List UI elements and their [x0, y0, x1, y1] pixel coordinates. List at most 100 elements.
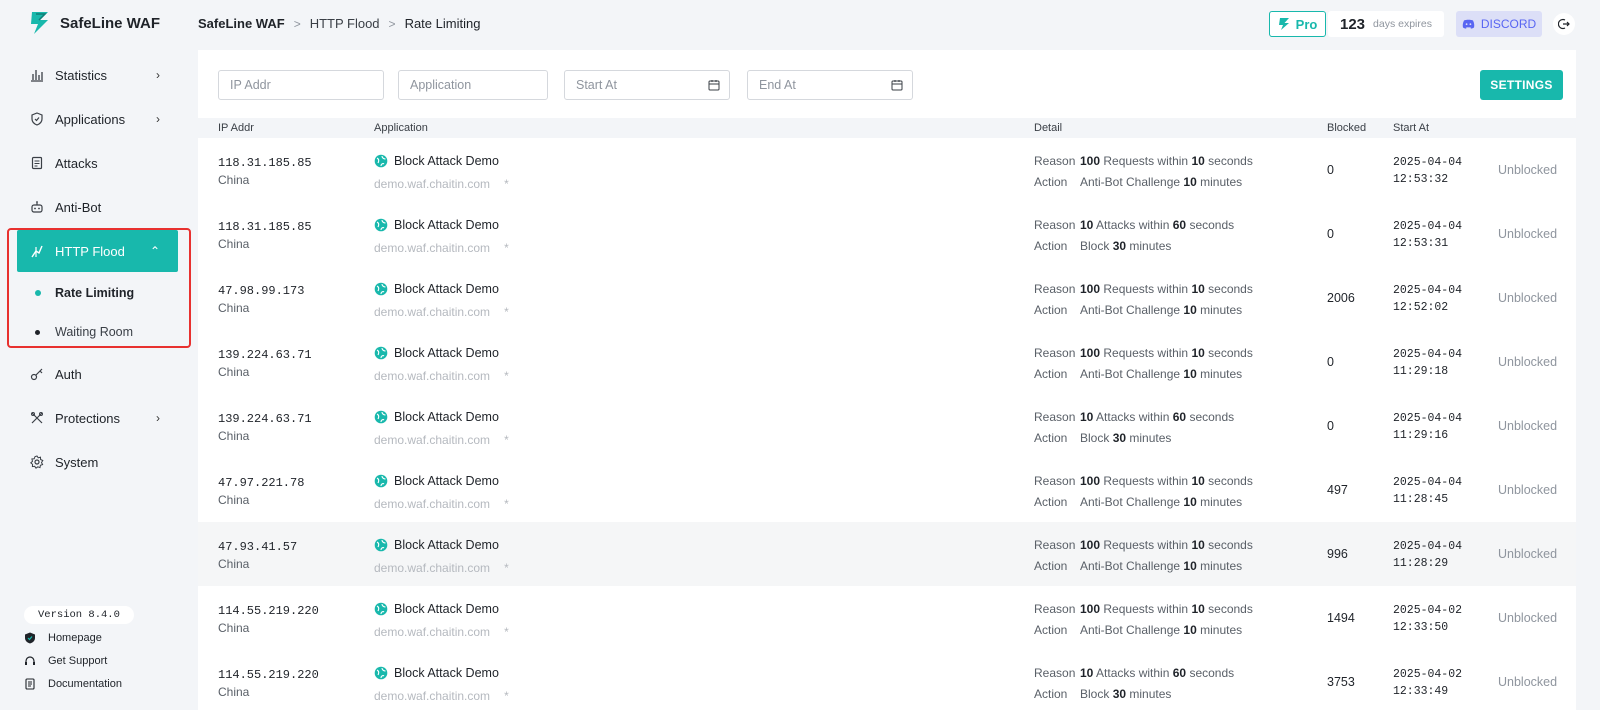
- application-link[interactable]: Block Attack Demo: [374, 666, 499, 680]
- application-link[interactable]: Block Attack Demo: [374, 538, 499, 552]
- application-name: Block Attack Demo: [394, 154, 499, 168]
- sidebar-item-anti-bot[interactable]: Anti-Bot: [17, 187, 178, 227]
- application-name: Block Attack Demo: [394, 282, 499, 296]
- detail-reason: Reason 10 Attacks within 60 seconds: [1034, 218, 1235, 232]
- unblock-status[interactable]: Unblocked: [1498, 611, 1557, 625]
- globe-icon: [374, 538, 388, 552]
- sidebar-item-applications[interactable]: Applications ›: [17, 99, 178, 139]
- sidebar-subitem-waiting-room[interactable]: Waiting Room: [17, 314, 178, 350]
- globe-icon: [374, 410, 388, 424]
- chevron-right-icon: ›: [156, 411, 160, 425]
- column-header-application: Application: [374, 122, 428, 134]
- unblock-status[interactable]: Unblocked: [1498, 675, 1557, 689]
- unblock-status[interactable]: Unblocked: [1498, 419, 1557, 433]
- application-link[interactable]: Block Attack Demo: [374, 154, 499, 168]
- logout-button[interactable]: [1553, 13, 1575, 35]
- application-link[interactable]: Block Attack Demo: [374, 602, 499, 616]
- logout-icon: [1558, 18, 1570, 30]
- sidebar-item-http-flood[interactable]: HTTP Flood ⌃: [17, 230, 178, 272]
- application-name: Block Attack Demo: [394, 474, 499, 488]
- application-domain: demo.waf.chaitin.com *: [374, 689, 509, 703]
- sidebar-subitem-label: Rate Limiting: [55, 286, 135, 300]
- application-domain: demo.waf.chaitin.com *: [374, 241, 509, 255]
- detail-reason: Reason 100 Requests within 10 seconds: [1034, 154, 1253, 168]
- application-link[interactable]: Block Attack Demo: [374, 218, 499, 232]
- table-row[interactable]: 139.224.63.71 China Block Attack Demo de…: [198, 330, 1576, 395]
- breadcrumb: SafeLine WAF > HTTP Flood > Rate Limitin…: [198, 16, 480, 31]
- sidebar-item-attacks[interactable]: Attacks: [17, 143, 178, 183]
- chevron-right-icon: >: [388, 16, 396, 31]
- application-link[interactable]: Block Attack Demo: [374, 474, 499, 488]
- sidebar: SafeLine WAF Statistics › Applications ›…: [0, 0, 196, 710]
- shield-logo-icon: [24, 632, 36, 644]
- blocked-count: 0: [1327, 419, 1334, 433]
- pro-badge[interactable]: Pro: [1269, 11, 1326, 37]
- ip-address: 114.55.219.220: [218, 668, 319, 682]
- detail-action: Action Block 30 minutes: [1034, 431, 1172, 445]
- support-label: Get Support: [48, 655, 108, 667]
- table-row[interactable]: 114.55.219.220 China Block Attack Demo d…: [198, 586, 1576, 651]
- sidebar-item-system[interactable]: System: [17, 442, 178, 482]
- table-row[interactable]: 118.31.185.85 China Block Attack Demo de…: [198, 138, 1576, 203]
- table-header: IP Addr Application Detail Blocked Start…: [198, 118, 1576, 138]
- headset-icon: [24, 655, 36, 667]
- application-link[interactable]: Block Attack Demo: [374, 282, 499, 296]
- detail-action: Action Anti-Bot Challenge 10 minutes: [1034, 367, 1243, 381]
- detail-reason: Reason 100 Requests within 10 seconds: [1034, 282, 1253, 296]
- sidebar-item-protections[interactable]: Protections ›: [17, 398, 178, 438]
- unblock-status[interactable]: Unblocked: [1498, 291, 1557, 305]
- sidebar-item-label: Auth: [55, 366, 82, 382]
- country: China: [218, 301, 250, 315]
- start-date-picker[interactable]: Start At: [564, 70, 730, 100]
- flood-icon: [30, 244, 44, 258]
- app-logo[interactable]: SafeLine WAF: [28, 10, 160, 36]
- application-filter-input[interactable]: Application: [398, 70, 548, 100]
- discord-button[interactable]: DISCORD: [1456, 11, 1542, 37]
- application-name: Block Attack Demo: [394, 666, 499, 680]
- breadcrumb-item[interactable]: HTTP Flood: [310, 16, 380, 31]
- country: China: [218, 685, 250, 699]
- get-support-link[interactable]: Get Support: [24, 655, 107, 667]
- end-date-picker[interactable]: End At: [747, 70, 913, 100]
- blocked-count: 3753: [1327, 675, 1355, 689]
- column-header-ip: IP Addr: [218, 122, 254, 134]
- table-row[interactable]: 114.55.219.220 China Block Attack Demo d…: [198, 650, 1576, 710]
- unblock-status[interactable]: Unblocked: [1498, 227, 1557, 241]
- application-domain: demo.waf.chaitin.com *: [374, 561, 509, 575]
- sidebar-item-auth[interactable]: Auth: [17, 354, 178, 394]
- detail-action: Action Anti-Bot Challenge 10 minutes: [1034, 559, 1243, 573]
- unblock-status[interactable]: Unblocked: [1498, 355, 1557, 369]
- breadcrumb-item[interactable]: SafeLine WAF: [198, 16, 285, 31]
- country: China: [218, 173, 250, 187]
- globe-icon: [374, 666, 388, 680]
- unblock-status[interactable]: Unblocked: [1498, 547, 1557, 561]
- sidebar-item-label: Applications: [55, 111, 126, 127]
- ip-filter-input[interactable]: IP Addr: [218, 70, 384, 100]
- settings-button[interactable]: SETTINGS: [1480, 70, 1563, 100]
- sidebar-item-statistics[interactable]: Statistics ›: [17, 55, 178, 95]
- blocked-count: 0: [1327, 163, 1334, 177]
- detail-reason: Reason 100 Requests within 10 seconds: [1034, 538, 1253, 552]
- sidebar-item-label: Protections: [55, 410, 121, 426]
- table-row[interactable]: 47.98.99.173 China Block Attack Demo dem…: [198, 266, 1576, 331]
- unblock-status[interactable]: Unblocked: [1498, 163, 1557, 177]
- pro-label: Pro: [1295, 16, 1318, 32]
- homepage-label: Homepage: [48, 632, 102, 644]
- table-row[interactable]: 47.93.41.57 China Block Attack Demo demo…: [198, 522, 1576, 587]
- homepage-link[interactable]: Homepage: [24, 632, 102, 644]
- blocked-count: 2006: [1327, 291, 1355, 305]
- docs-label: Documentation: [48, 678, 122, 690]
- ip-address: 139.224.63.71: [218, 348, 312, 362]
- table-row[interactable]: 139.224.63.71 China Block Attack Demo de…: [198, 394, 1576, 459]
- application-link[interactable]: Block Attack Demo: [374, 410, 499, 424]
- sidebar-subitem-rate-limiting[interactable]: Rate Limiting: [17, 275, 178, 311]
- table-row[interactable]: 118.31.185.85 China Block Attack Demo de…: [198, 202, 1576, 267]
- country: China: [218, 429, 250, 443]
- documentation-link[interactable]: Documentation: [24, 678, 122, 690]
- discord-label: DISCORD: [1480, 17, 1537, 31]
- application-link[interactable]: Block Attack Demo: [374, 346, 499, 360]
- unblock-status[interactable]: Unblocked: [1498, 483, 1557, 497]
- sidebar-item-label: Attacks: [55, 155, 98, 171]
- table-row[interactable]: 47.97.221.78 China Block Attack Demo dem…: [198, 458, 1576, 523]
- application-domain: demo.waf.chaitin.com *: [374, 369, 509, 383]
